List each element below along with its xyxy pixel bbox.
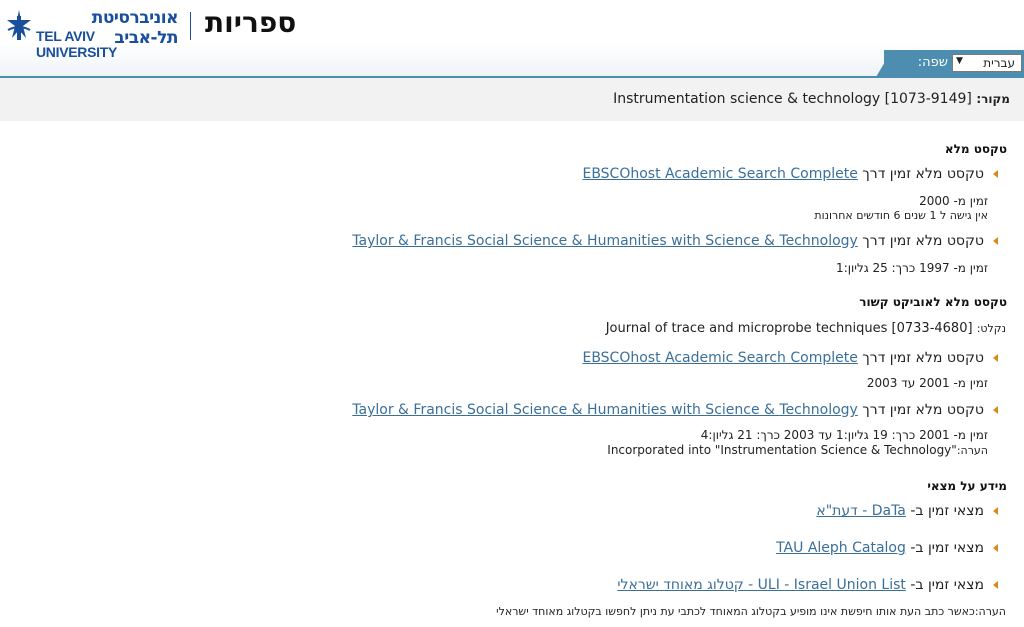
bullet-arrow-icon	[993, 581, 998, 589]
entry-prefix: מצאי זמין ב-	[910, 503, 984, 519]
entry-prefix: מצאי זמין ב-	[910, 540, 984, 556]
remark-line: הערה:Incorporated into "Instrumentation …	[607, 443, 988, 457]
link-uli-union-list[interactable]: ULI - Israel Union List - קטלוג מאוחד יש…	[617, 577, 906, 593]
site-title: ספריות	[205, 6, 297, 39]
coverage-note: זמין מ- 2001 עד 2003	[866, 376, 988, 390]
related-entry-2: טקסט מלא זמין דרך Taylor & Francis Socia…	[352, 402, 984, 418]
logo-separator	[190, 12, 191, 40]
absorbed-line: נקלט: Journal of trace and microprobe te…	[606, 321, 1006, 336]
link-ebscohost[interactable]: EBSCOhost Academic Search Complete	[582, 166, 857, 182]
chevron-down-icon: ▼	[956, 56, 963, 66]
logo-english-text: TEL AVIV UNIVERSITY	[36, 28, 118, 60]
link-ebscohost[interactable]: EBSCOhost Academic Search Complete	[582, 350, 857, 366]
coverage-note: זמין מ- 2000	[919, 194, 988, 208]
link-taylor-francis[interactable]: Taylor & Francis Social Science & Humani…	[352, 233, 858, 249]
absorbed-label: נקלט:	[976, 322, 1006, 335]
language-select-value: עברית	[983, 56, 1015, 70]
embargo-note: אין גישה ל 1 שנים 6 חודשים אחרונות	[814, 209, 988, 222]
bullet-arrow-icon	[993, 507, 998, 515]
entry-prefix: טקסט מלא זמין דרך	[862, 166, 984, 182]
holdings-entry-3: מצאי זמין ב- ULI - Israel Union List - ק…	[617, 577, 984, 593]
absorbed-title: Journal of trace and microprobe techniqu…	[605, 321, 973, 336]
section-title-fulltext: טקסט מלא	[944, 142, 1007, 156]
bullet-arrow-icon	[993, 170, 998, 178]
link-tau-aleph[interactable]: TAU Aleph Catalog	[776, 540, 906, 556]
entry-prefix: טקסט מלא זמין דרך	[862, 233, 984, 249]
holdings-entry-1: מצאי זמין ב- DaTa - דעת"א	[816, 503, 984, 519]
coverage-note: זמין מ- 2001 כרך: 19 גליון:1 עד 2003 כרך…	[700, 428, 988, 442]
section-title-related: טקסט מלא לאוביקט קשור	[859, 295, 1007, 309]
bullet-arrow-icon	[993, 237, 998, 245]
holdings-remark: הערה:כאשר כתב העת אותו חיפשת אינו מופיע …	[496, 605, 1006, 618]
bullet-arrow-icon	[993, 354, 998, 362]
link-taylor-francis[interactable]: Taylor & Francis Social Science & Humani…	[352, 402, 858, 418]
section-title-holdings: מידע על מצאי	[927, 479, 1007, 493]
source-label: מקור:	[976, 92, 1010, 106]
holdings-entry-2: מצאי זמין ב- TAU Aleph Catalog	[776, 540, 984, 556]
source-line: מקור: Instrumentation science & technolo…	[613, 91, 1010, 107]
coverage-note: זמין מ- 1997 כרך: 25 גליון:1	[836, 261, 988, 275]
language-select[interactable]: עברית ▼	[952, 54, 1022, 72]
bullet-arrow-icon	[993, 544, 998, 552]
fulltext-entry-2: טקסט מלא זמין דרך Taylor & Francis Socia…	[352, 233, 984, 249]
related-entry-1: טקסט מלא זמין דרך EBSCOhost Academic Sea…	[582, 350, 984, 366]
language-label: שפה:	[917, 55, 948, 70]
entry-prefix: טקסט מלא זמין דרך	[862, 402, 984, 418]
source-title: Instrumentation science & technology [10…	[613, 91, 972, 107]
results-content: טקסט מלא טקסט מלא זמין דרך EBSCOhost Aca…	[0, 121, 1024, 627]
bullet-arrow-icon	[993, 406, 998, 414]
fulltext-entry-1: טקסט מלא זמין דרך EBSCOhost Academic Sea…	[582, 166, 984, 182]
entry-prefix: מצאי זמין ב-	[910, 577, 984, 593]
source-bar: מקור: Instrumentation science & technolo…	[0, 78, 1024, 121]
entry-prefix: טקסט מלא זמין דרך	[862, 350, 984, 366]
university-logo[interactable]: אוניברסיטת תל-אביב TEL AVIV UNIVERSITY	[4, 8, 184, 60]
university-emblem-icon	[7, 10, 31, 40]
remark-value: Incorporated into "Instrumentation Scien…	[607, 443, 957, 457]
remark-label: הערה:	[956, 444, 988, 457]
page-header: אוניברסיטת תל-אביב TEL AVIV UNIVERSITY ס…	[0, 0, 1024, 78]
link-data-daat[interactable]: DaTa - דעת"א	[816, 503, 906, 519]
